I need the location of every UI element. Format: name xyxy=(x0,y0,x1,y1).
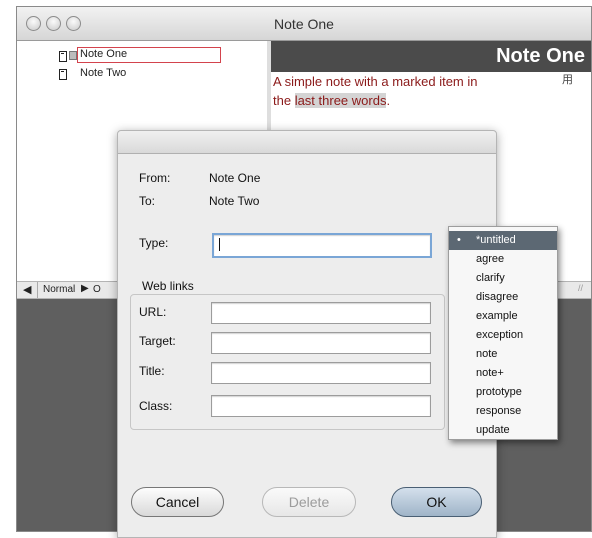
status-divider xyxy=(37,282,38,298)
side-panel-icon[interactable]: 用 xyxy=(562,71,576,89)
from-label: From: xyxy=(139,171,171,185)
from-value: Note One xyxy=(209,171,261,185)
menu-item-exception[interactable]: exception xyxy=(449,326,557,345)
url-field[interactable] xyxy=(211,302,431,324)
menu-item-untitled[interactable]: • *untitled xyxy=(449,231,557,250)
note-title: Note One xyxy=(496,45,585,67)
outline-item-note-one[interactable]: Note One xyxy=(80,48,127,60)
window-titlebar[interactable]: Note One xyxy=(17,7,591,41)
menu-item-disagree[interactable]: disagree xyxy=(449,288,557,307)
link-dialog: From: Note One To: Note Two Type: Web li… xyxy=(117,130,497,538)
menu-item-prototype[interactable]: prototype xyxy=(449,383,557,402)
window-title: Note One xyxy=(274,16,334,32)
menu-item-response[interactable]: response xyxy=(449,402,557,421)
url-label: URL: xyxy=(139,305,167,319)
menu-item-clarify[interactable]: clarify xyxy=(449,269,557,288)
menu-item-agree[interactable]: agree xyxy=(449,250,557,269)
target-label: Target: xyxy=(139,334,176,348)
link-type-menu[interactable]: • *untitled agree clarify disagree exampl… xyxy=(448,226,558,440)
delete-button[interactable]: Delete xyxy=(262,487,356,517)
note-icon xyxy=(59,69,67,80)
dialog-titlebar xyxy=(118,131,496,154)
marked-text-highlight[interactable]: last three words xyxy=(294,93,387,108)
note-text-line-2: the last three words. xyxy=(273,91,533,110)
ok-button[interactable]: OK xyxy=(391,487,482,517)
title-label: Title: xyxy=(139,364,165,378)
class-label: Class: xyxy=(139,399,173,413)
target-field[interactable] xyxy=(211,332,431,354)
menu-item-update[interactable]: update xyxy=(449,421,557,440)
menu-item-note-plus[interactable]: note+ xyxy=(449,364,557,383)
type-input[interactable] xyxy=(212,233,432,258)
menu-item-note[interactable]: note xyxy=(449,345,557,364)
resize-grip-icon[interactable]: // xyxy=(578,283,583,293)
outline-item-note-two[interactable]: Note Two xyxy=(80,67,126,79)
class-field[interactable] xyxy=(211,395,431,417)
note-text-line: A simple note with a marked item in xyxy=(273,74,478,89)
link-indicator-icon xyxy=(69,51,77,60)
text-caret xyxy=(219,238,220,251)
web-links-label: Web links xyxy=(140,279,196,293)
menu-item-label: *untitled xyxy=(476,234,516,246)
style-disclosure-icon[interactable]: ▶ xyxy=(81,283,89,294)
text-style-menu[interactable]: Normal xyxy=(43,284,75,295)
title-field[interactable] xyxy=(211,362,431,384)
note-icon xyxy=(59,51,67,62)
cancel-button[interactable]: Cancel xyxy=(131,487,224,517)
note-text-suffix: . xyxy=(386,93,391,108)
note-title-bar: Note One xyxy=(271,41,591,72)
to-value: Note Two xyxy=(209,194,260,208)
status-item-fragment[interactable]: O xyxy=(93,284,101,295)
type-label: Type: xyxy=(139,236,169,250)
note-text-prefix: the xyxy=(273,93,295,108)
note-body-text[interactable]: A simple note with a marked item in the … xyxy=(273,72,533,110)
scroll-left-icon[interactable]: ◀ xyxy=(23,283,31,296)
selected-bullet-icon: • xyxy=(457,234,461,246)
menu-item-example[interactable]: example xyxy=(449,307,557,326)
to-label: To: xyxy=(139,194,156,208)
